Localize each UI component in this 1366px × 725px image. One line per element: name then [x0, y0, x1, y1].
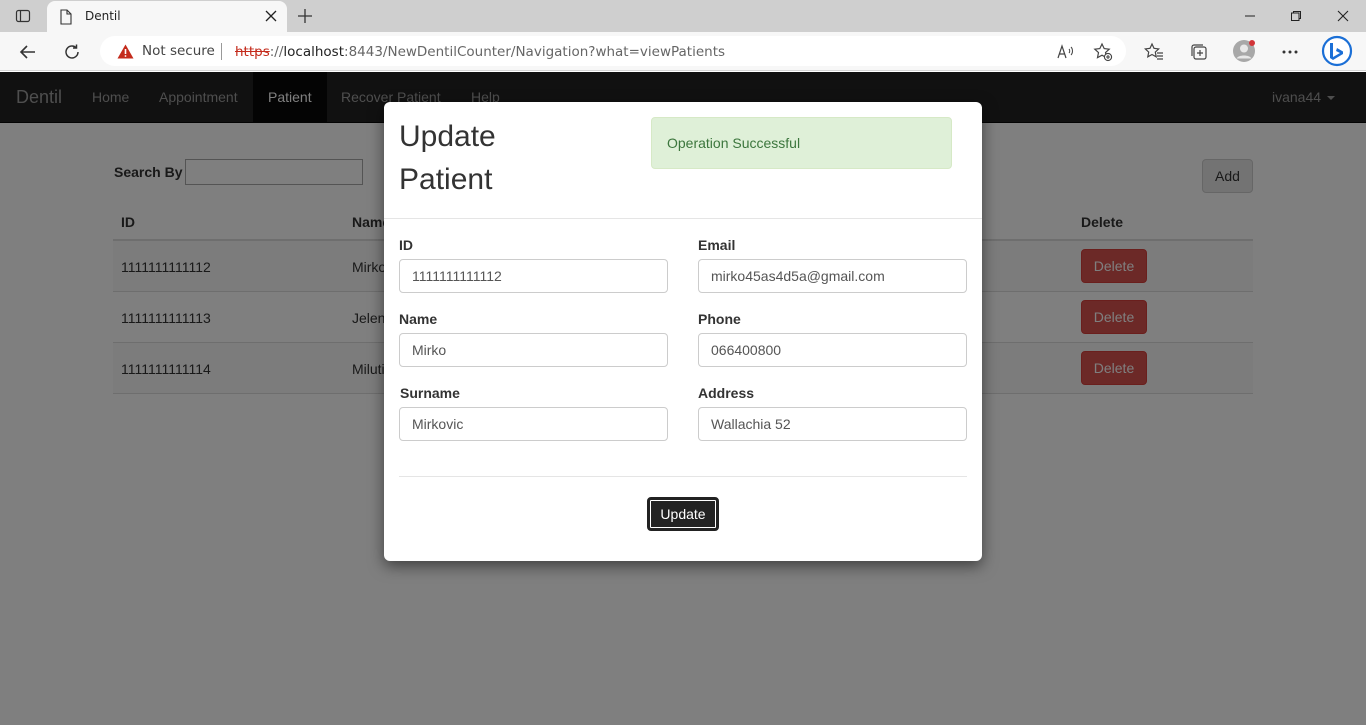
page-icon — [59, 9, 73, 25]
name-field[interactable] — [399, 333, 668, 367]
address-divider — [221, 43, 222, 60]
modal-footer-divider — [399, 476, 967, 477]
warning-icon — [117, 44, 134, 59]
restore-icon[interactable] — [1286, 6, 1306, 26]
id-label: ID — [399, 237, 413, 253]
read-aloud-icon[interactable] — [1056, 42, 1076, 62]
email-label: Email — [698, 237, 736, 253]
new-tab-icon[interactable] — [295, 6, 315, 26]
address-label: Address — [698, 385, 755, 401]
collections-icon[interactable] — [1188, 41, 1210, 63]
name-label: Name — [399, 311, 438, 327]
address-bar[interactable]: Not secure https://localhost:8443/NewDen… — [100, 36, 1126, 66]
surname-field[interactable] — [399, 407, 668, 441]
security-label[interactable]: Not secure — [142, 43, 215, 59]
modal-title-line-2: Patient — [399, 163, 493, 196]
id-field[interactable] — [399, 259, 668, 293]
browser-tab-strip: Dentil — [0, 0, 1366, 32]
profile-avatar-icon[interactable] — [1232, 39, 1256, 63]
favorites-icon[interactable] — [1143, 41, 1165, 63]
modal-title-line-1: Update — [399, 120, 496, 153]
browser-toolbar: Not secure https://localhost:8443/NewDen… — [0, 32, 1366, 71]
back-icon[interactable] — [17, 41, 39, 63]
modal-title: Update Patient — [399, 115, 579, 201]
page: Dentil Home Appointment Patient Recover … — [0, 72, 1366, 725]
browser-tab[interactable]: Dentil — [47, 1, 287, 32]
url-text[interactable]: https://localhost:8443/NewDentilCounter/… — [235, 44, 725, 60]
phone-label: Phone — [698, 311, 741, 327]
add-favorite-icon[interactable] — [1093, 42, 1113, 62]
success-alert: Operation Successful — [651, 117, 952, 169]
modal-header-divider — [384, 218, 982, 219]
surname-label: Surname — [400, 385, 460, 401]
update-button[interactable]: Update — [647, 497, 719, 531]
bing-icon[interactable] — [1321, 35, 1353, 67]
tab-title: Dentil — [85, 9, 121, 23]
more-options-icon[interactable] — [1279, 41, 1301, 63]
phone-field[interactable] — [698, 333, 967, 367]
close-window-icon[interactable] — [1333, 6, 1353, 26]
refresh-icon[interactable] — [61, 41, 83, 63]
minimize-icon[interactable] — [1240, 6, 1260, 26]
update-patient-modal: Update Patient Operation Successful ID E… — [384, 102, 982, 561]
email-field[interactable] — [698, 259, 967, 293]
tab-actions-icon[interactable] — [14, 7, 32, 25]
address-field[interactable] — [698, 407, 967, 441]
close-icon[interactable] — [263, 8, 279, 24]
